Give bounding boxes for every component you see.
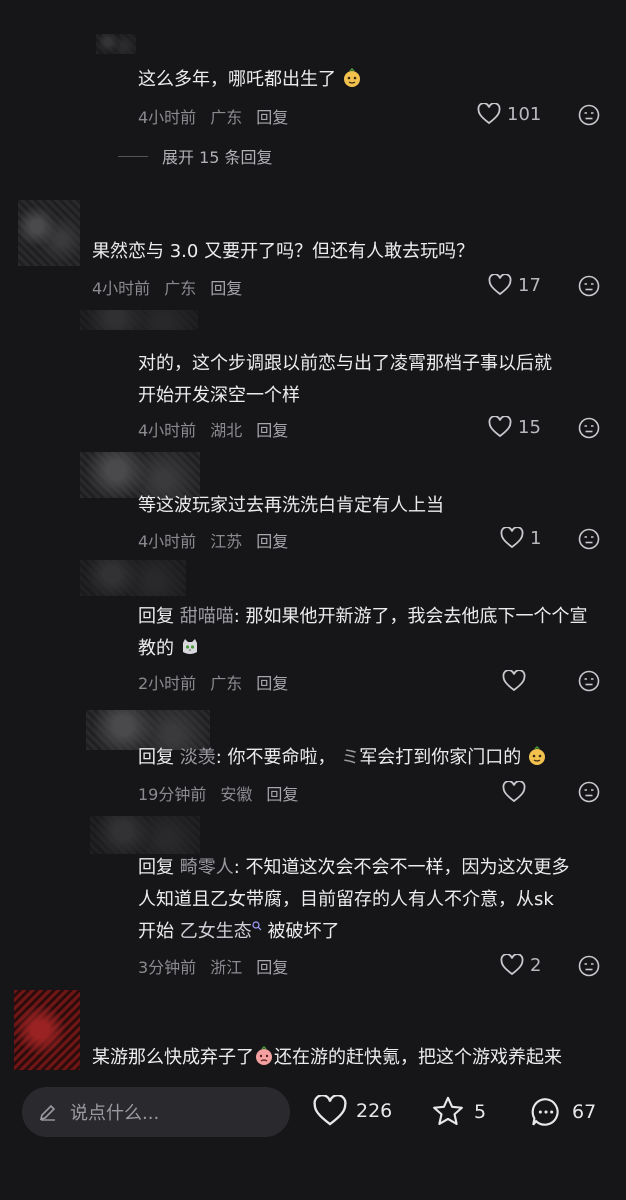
heart-icon [502,781,526,803]
dislike-face-icon[interactable] [578,781,600,803]
comments-button[interactable]: 67 [528,1095,596,1129]
comment-meta: 19分钟前 安徽 回复 [138,781,312,805]
comment-text: 回复 畸零人: 不知道这次会不会不一样，因为这次更多 人知道且乙女带腐，目前留存… [138,857,570,942]
heart-icon [500,954,524,976]
comment-time: 4小时前 [138,532,197,551]
comment-time: 4小时前 [138,421,197,440]
like-button[interactable] [502,670,532,692]
search-icon [252,921,262,931]
reply-button[interactable]: 回复 [256,674,288,693]
like-button[interactable] [502,781,532,803]
dislike-face-icon[interactable] [578,670,600,692]
comment-time: 4小时前 [92,279,151,298]
heart-icon [477,103,501,125]
avatar[interactable] [96,34,136,54]
comment-location: 湖北 [210,421,243,440]
comment-meta: 4小时前 广东 回复 [92,275,256,299]
reply-button[interactable]: 回复 [210,279,242,298]
like-count: 2 [530,954,542,976]
like-button[interactable]: 101 [477,103,541,125]
chat-bubble-icon [531,1098,559,1126]
reply-button[interactable]: 回复 [256,958,288,977]
dislike-face-icon[interactable] [578,528,600,550]
comment-meta: 3分钟前 浙江 回复 [138,954,302,978]
comment-location: 江苏 [210,532,243,551]
post-like-count: 226 [356,1100,393,1122]
avatar[interactable] [80,560,186,596]
reply-button[interactable]: 回复 [256,532,288,551]
like-button[interactable]: 1 [500,527,541,549]
comment-meta: 4小时前 江苏 回复 [138,528,302,552]
comment-location: 广东 [210,674,243,693]
comment-time: 19分钟前 [138,785,207,804]
comment-text: 这么多年，哪吒都出生了 [138,64,362,96]
like-count: 15 [518,416,541,438]
comment-text: 回复 淡羡: 你不要命啦， ミ军会打到你家门口的 [138,742,547,774]
reply-button[interactable]: 回复 [266,785,298,804]
dislike-face-icon[interactable] [578,275,600,297]
expand-label: 展开 15 条回复 [162,148,273,167]
comment-text: 回复 甜喵喵: 那如果他开新游了，我会去他底下一个个宣 教的 [138,606,588,659]
comment-input[interactable]: 说点什么... [22,1087,290,1137]
heart-icon [502,670,526,692]
dislike-face-icon[interactable] [578,417,600,439]
divider [118,155,148,157]
expand-replies-button[interactable]: 展开 15 条回复 [118,144,273,168]
sad-face-emoji-icon [256,1046,272,1065]
heart-icon [313,1095,347,1126]
like-count: 1 [530,527,542,549]
like-button[interactable]: 15 [488,416,541,438]
like-count: 17 [518,274,541,296]
comment-time: 4小时前 [138,108,197,127]
reply-button[interactable]: 回复 [256,108,288,127]
favorite-count: 5 [474,1101,487,1123]
comment-location: 浙江 [210,958,243,977]
dislike-face-icon[interactable] [578,104,600,126]
like-post-button[interactable]: 226 [312,1095,392,1127]
bottom-action-bar: 说点什么... 226 5 67 [0,1075,626,1200]
comment-location: 广东 [164,279,197,298]
avatar[interactable] [18,200,80,266]
comment-text: 果然恋与 3.0 又要开了吗？但还有人敢去玩吗？ [92,241,475,262]
comment-text: 某游那么快成弃子了 还在游的赶快氪，把这个游戏养起来 [92,1046,562,1068]
comment-count: 67 [572,1101,597,1123]
comment-meta: 4小时前 湖北 回复 [138,417,302,441]
input-placeholder: 说点什么... [70,1103,160,1124]
avatar[interactable] [80,310,198,330]
comment-time: 3分钟前 [138,958,197,977]
like-button[interactable]: 17 [488,274,541,296]
cat-emoji-icon [182,639,197,654]
heart-icon [488,416,512,438]
topic-tag-link[interactable]: 乙女生态 [180,921,262,942]
favorite-button[interactable]: 5 [430,1095,486,1129]
dislike-face-icon[interactable] [578,955,600,977]
pencil-icon [39,1104,56,1121]
comment-location: 广东 [210,108,243,127]
comment-meta: 2小时前 广东 回复 [138,670,302,694]
comment-location: 安徽 [220,785,253,804]
comment-text: 等这波玩家过去再洗洗白肯定有人上当 [138,495,444,516]
face-emoji-icon [343,68,360,87]
like-count: 101 [507,103,542,125]
avatar[interactable] [90,816,200,854]
heart-icon [500,527,524,549]
comment-meta: 4小时前 广东 回复 [138,104,302,128]
reply-button[interactable]: 回复 [256,421,288,440]
star-icon [433,1096,463,1125]
avatar[interactable] [14,990,80,1070]
comment-text: 对的，这个步调跟以前恋与出了凌霄那档子事以后就 开始开发深空一个样 [138,353,552,406]
like-button[interactable]: 2 [500,954,541,976]
face-emoji-icon [529,746,545,765]
heart-icon [488,274,512,296]
comment-time: 2小时前 [138,674,197,693]
